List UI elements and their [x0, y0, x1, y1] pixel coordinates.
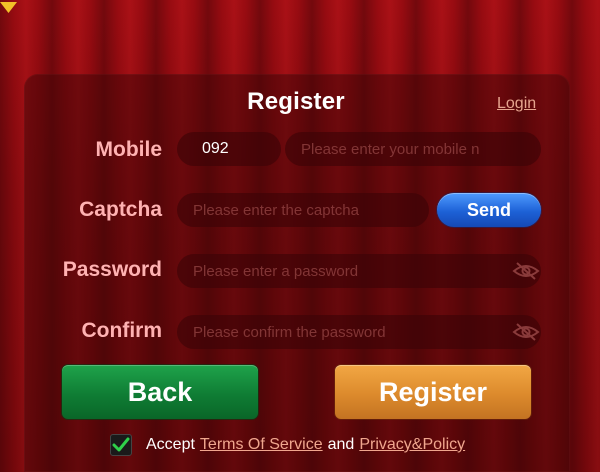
confirm-label: Confirm	[81, 319, 163, 342]
country-code-select[interactable]: 092	[177, 132, 281, 166]
register-button[interactable]: Register	[335, 365, 531, 419]
captcha-label: Captcha	[79, 198, 162, 221]
eye-off-icon[interactable]	[512, 322, 540, 342]
password-input[interactable]	[177, 254, 541, 288]
accept-text: Accept	[146, 436, 195, 453]
mobile-field[interactable]	[285, 132, 541, 166]
captcha-input[interactable]	[177, 193, 429, 227]
register-screen: Register Login Mobile 092 Captcha Send P…	[0, 0, 600, 472]
password-label: Password	[62, 258, 162, 281]
back-button[interactable]: Back	[62, 365, 258, 419]
mobile-input[interactable]	[285, 132, 541, 166]
eye-off-icon[interactable]	[512, 261, 540, 281]
login-link[interactable]: Login	[497, 95, 536, 113]
country-code-value: 092	[202, 140, 229, 157]
password-field[interactable]	[177, 254, 541, 288]
privacy-policy-link[interactable]: Privacy&Policy	[359, 436, 465, 454]
caret-down-icon[interactable]	[0, 2, 17, 13]
confirm-password-input[interactable]	[177, 315, 541, 349]
terms-of-service-link[interactable]: Terms Of Service	[200, 436, 323, 454]
confirm-password-field[interactable]	[177, 315, 541, 349]
and-text: and	[327, 436, 355, 453]
send-captcha-button[interactable]: Send	[437, 193, 541, 227]
accept-terms-checkbox[interactable]	[110, 434, 132, 456]
mobile-label: Mobile	[95, 138, 163, 161]
terms-agreement: Accept Terms Of Service and Privacy&Poli…	[110, 433, 465, 457]
captcha-field[interactable]	[177, 193, 429, 227]
checkmark-icon	[112, 437, 130, 452]
